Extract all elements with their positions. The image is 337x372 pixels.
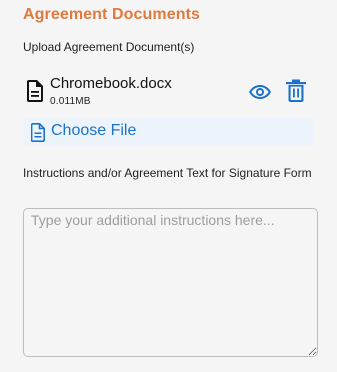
section-title: Agreement Documents (23, 6, 201, 23)
document-outline-icon (30, 123, 45, 142)
uploaded-file-row: Chromebook.docx 0.011MB (23, 74, 315, 110)
instructions-label: Instructions and/or Agreement Text for S… (23, 166, 312, 180)
file-size: 0.011MB (50, 96, 91, 107)
trash-icon[interactable] (285, 79, 307, 103)
choose-file-label: Choose File (51, 122, 137, 139)
file-name: Chromebook.docx (50, 75, 172, 92)
instructions-textarea[interactable] (23, 208, 318, 357)
upload-label: Upload Agreement Document(s) (23, 40, 195, 54)
document-icon (27, 80, 43, 102)
choose-file-button[interactable]: Choose File (24, 118, 314, 146)
eye-icon[interactable] (248, 80, 272, 104)
